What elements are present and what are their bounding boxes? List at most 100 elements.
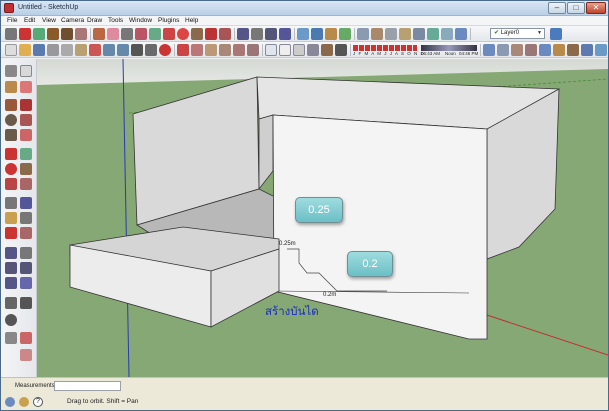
3d-text-icon[interactable] bbox=[20, 227, 32, 239]
position-camera-side-icon[interactable] bbox=[5, 297, 17, 309]
menu-camera[interactable]: Camera bbox=[61, 17, 84, 24]
left-view-icon[interactable] bbox=[247, 44, 259, 56]
rotate-tool-icon[interactable] bbox=[177, 28, 189, 40]
tape-measure-icon[interactable] bbox=[121, 28, 133, 40]
cut-icon[interactable] bbox=[47, 44, 59, 56]
text-icon[interactable] bbox=[20, 212, 32, 224]
help-circle-icon[interactable]: ? bbox=[33, 397, 43, 407]
axes-icon[interactable] bbox=[5, 227, 17, 239]
circle-tool-icon[interactable] bbox=[47, 28, 59, 40]
save-file-icon[interactable] bbox=[33, 44, 45, 56]
circle-icon[interactable] bbox=[5, 114, 17, 126]
minimize-button[interactable]: – bbox=[548, 2, 566, 14]
polygon-icon[interactable] bbox=[5, 129, 17, 141]
title-bar[interactable]: Untitled - SketchUp – □ ✕ bbox=[1, 1, 608, 16]
move-icon[interactable] bbox=[5, 148, 17, 160]
make-component-icon[interactable] bbox=[93, 28, 105, 40]
pencil-tool-icon[interactable] bbox=[19, 28, 31, 40]
pan-icon[interactable] bbox=[20, 247, 32, 259]
add-location-icon[interactable] bbox=[413, 28, 425, 40]
rectangle-tool-icon[interactable] bbox=[33, 28, 45, 40]
freehand-icon[interactable] bbox=[20, 129, 32, 141]
photo-texture-icon[interactable] bbox=[441, 28, 453, 40]
arc-tool-icon[interactable] bbox=[75, 28, 87, 40]
menu-tools[interactable]: Tools bbox=[108, 17, 123, 24]
pushpull-icon[interactable] bbox=[20, 148, 32, 160]
xray-style-icon[interactable] bbox=[265, 44, 277, 56]
left-camera-icon[interactable] bbox=[553, 44, 565, 56]
iso-view-icon[interactable] bbox=[177, 44, 189, 56]
zoom-window-icon[interactable] bbox=[20, 262, 32, 274]
menu-help[interactable]: Help bbox=[185, 17, 198, 24]
iso-camera-icon[interactable] bbox=[483, 44, 495, 56]
move-tool-icon[interactable] bbox=[163, 28, 175, 40]
select-arrow-icon[interactable] bbox=[5, 65, 17, 77]
walk-icon[interactable] bbox=[20, 297, 32, 309]
eraser-tool-icon[interactable] bbox=[107, 28, 119, 40]
menu-draw[interactable]: Draw bbox=[87, 17, 102, 24]
front-camera-icon[interactable] bbox=[511, 44, 523, 56]
model-info-icon[interactable] bbox=[145, 44, 157, 56]
right-camera-icon[interactable] bbox=[525, 44, 537, 56]
google-earth-icon[interactable] bbox=[339, 28, 351, 40]
undo-icon[interactable] bbox=[103, 44, 115, 56]
rect-icon[interactable] bbox=[5, 99, 17, 111]
section-plane-icon[interactable] bbox=[357, 28, 369, 40]
protractor-icon[interactable] bbox=[5, 212, 17, 224]
followme-icon[interactable] bbox=[20, 163, 32, 175]
shadow-settings-icon[interactable] bbox=[385, 28, 397, 40]
share-model-icon[interactable] bbox=[311, 28, 323, 40]
toggle-terrain-icon[interactable] bbox=[427, 28, 439, 40]
monochrome-style-icon[interactable] bbox=[335, 44, 347, 56]
back-view-icon[interactable] bbox=[233, 44, 245, 56]
back-camera-icon[interactable] bbox=[539, 44, 551, 56]
get-models-icon[interactable] bbox=[297, 28, 309, 40]
styles-icon[interactable] bbox=[455, 28, 467, 40]
polygon-tool-icon[interactable] bbox=[61, 28, 73, 40]
measurements-input[interactable] bbox=[54, 381, 121, 391]
fog-icon[interactable] bbox=[399, 28, 411, 40]
front-view-icon[interactable] bbox=[205, 44, 217, 56]
sandbox-icon[interactable] bbox=[20, 332, 32, 344]
top-view-icon[interactable] bbox=[191, 44, 203, 56]
menu-window[interactable]: Window bbox=[129, 17, 152, 24]
look-around-side-icon[interactable] bbox=[5, 314, 17, 326]
menu-view[interactable]: View bbox=[42, 17, 56, 24]
menu-plugins[interactable]: Plugins bbox=[158, 17, 179, 24]
dimension-icon[interactable] bbox=[20, 197, 32, 209]
add-location-side-icon[interactable] bbox=[20, 349, 32, 361]
menu-file[interactable]: File bbox=[7, 17, 17, 24]
close-button[interactable]: ✕ bbox=[586, 2, 606, 14]
walk-camera-icon[interactable] bbox=[567, 44, 579, 56]
top-camera-icon[interactable] bbox=[497, 44, 509, 56]
orbit-icon[interactable] bbox=[5, 247, 17, 259]
scale-icon[interactable] bbox=[5, 178, 17, 190]
scale-tool-icon[interactable] bbox=[205, 28, 217, 40]
menu-edit[interactable]: Edit bbox=[24, 17, 35, 24]
paint-icon[interactable] bbox=[5, 81, 17, 93]
orbit-tool-icon[interactable] bbox=[237, 28, 249, 40]
share-component-icon[interactable] bbox=[325, 28, 337, 40]
eraser-icon[interactable] bbox=[20, 81, 32, 93]
erase-icon[interactable] bbox=[89, 44, 101, 56]
maximize-button[interactable]: □ bbox=[567, 2, 585, 14]
redo-icon[interactable] bbox=[117, 44, 129, 56]
new-file-icon[interactable] bbox=[5, 44, 17, 56]
hidden-line-style-icon[interactable] bbox=[293, 44, 305, 56]
look-around-icon[interactable] bbox=[595, 44, 607, 56]
paint-bucket-icon[interactable] bbox=[135, 28, 147, 40]
display-section-icon[interactable] bbox=[371, 28, 383, 40]
offset-icon[interactable] bbox=[20, 178, 32, 190]
rotate-icon[interactable] bbox=[5, 163, 17, 175]
copy-icon[interactable] bbox=[61, 44, 73, 56]
geo-location-icon[interactable] bbox=[5, 397, 15, 407]
previous-view-icon[interactable] bbox=[20, 277, 32, 289]
paste-icon[interactable] bbox=[75, 44, 87, 56]
print-icon[interactable] bbox=[131, 44, 143, 56]
select-tool-icon[interactable] bbox=[5, 28, 17, 40]
layer-select[interactable]: ✔ Layer0 ▼ bbox=[490, 28, 545, 39]
pan-tool-icon[interactable] bbox=[251, 28, 263, 40]
open-file-icon[interactable] bbox=[19, 44, 31, 56]
zoom-tool-icon[interactable] bbox=[265, 28, 277, 40]
follow-me-icon[interactable] bbox=[191, 28, 203, 40]
